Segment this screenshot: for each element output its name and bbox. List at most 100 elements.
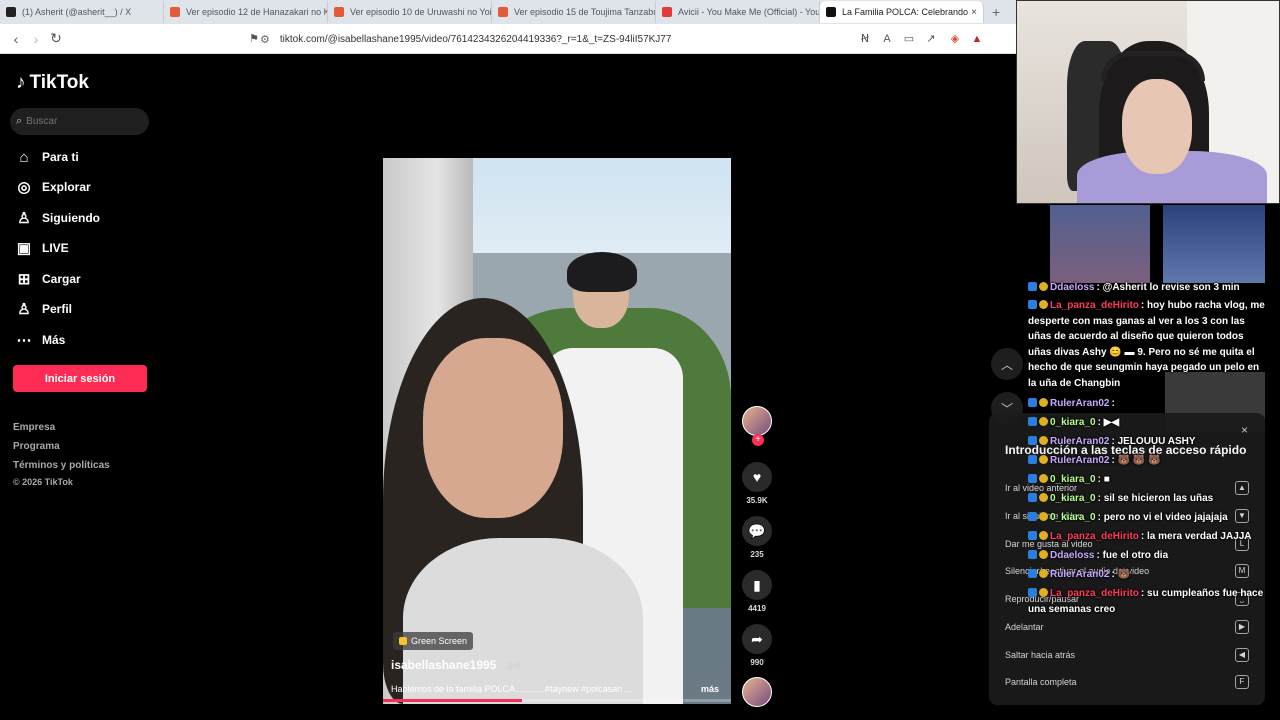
- screenshot-icon[interactable]: ▭: [902, 32, 916, 46]
- follow-plus-icon[interactable]: +: [752, 434, 764, 446]
- tab-label: Ver episodio 10 de Uruwashi no Yoi: [350, 7, 492, 17]
- badge-icon: [1028, 550, 1037, 559]
- chat-message: 0_kiara_0: pero no vi el video jajajaja: [1028, 510, 1268, 526]
- nav-label: Para ti: [42, 150, 79, 164]
- close-tab-icon[interactable]: ×: [971, 7, 977, 18]
- footer-link-empresa[interactable]: Empresa: [13, 422, 55, 433]
- chat-username[interactable]: 0_kiara_0: [1050, 493, 1096, 504]
- nav-icon: ♙: [17, 301, 31, 318]
- badge-icon: [1039, 436, 1048, 445]
- browser-tab[interactable]: Ver episodio 10 de Uruwashi no Yoi: [328, 1, 492, 23]
- chat-username[interactable]: La_panza_deHirito: [1050, 531, 1139, 542]
- nav-item-live[interactable]: ▣ LIVE: [14, 237, 154, 259]
- reload-icon[interactable]: ↻: [46, 30, 66, 47]
- badge-icon: [1028, 588, 1037, 597]
- footer-link-terms[interactable]: Términos y políticas: [13, 460, 110, 471]
- search-box[interactable]: ⌕: [10, 108, 149, 135]
- video-player[interactable]: Green Screen isabellashane1995 · 3-6 Habl…: [383, 158, 731, 704]
- tiktok-logo[interactable]: ♪ TikTok: [16, 72, 89, 94]
- shortcut-label: Pantalla completa: [1005, 677, 1077, 687]
- browser-tab[interactable]: Ver episodio 12 de Hanazakari no Kimi: [164, 1, 328, 23]
- nav-label: Cargar: [42, 272, 81, 286]
- nav-item-cargar[interactable]: ⊞ Cargar: [14, 268, 154, 290]
- badge-icon: [1039, 512, 1048, 521]
- badge-icon: [1039, 300, 1048, 309]
- chat-username[interactable]: RulerAran02: [1050, 436, 1109, 447]
- share-button[interactable]: ➦ 990: [742, 624, 772, 667]
- nav-item-explorar[interactable]: ◎ Explorar: [14, 176, 154, 198]
- green-screen-icon: [399, 637, 407, 645]
- badge-icon: [1028, 493, 1037, 502]
- chat-username[interactable]: 0_kiara_0: [1050, 512, 1096, 523]
- comment-icon: 💬: [742, 516, 772, 546]
- like-button[interactable]: ♥ 35.9K: [742, 462, 772, 505]
- login-button[interactable]: Iniciar sesión: [13, 365, 147, 392]
- nav-item-perfil[interactable]: ♙ Perfil: [14, 298, 154, 320]
- chat-username[interactable]: RulerAran02: [1050, 398, 1109, 409]
- chat-message: RulerAran02: JELOUUU ASHY: [1028, 434, 1268, 450]
- tab-favicon-icon: [6, 7, 16, 17]
- save-button[interactable]: ▮ 4419: [742, 570, 772, 613]
- chat-username[interactable]: RulerAran02: [1050, 569, 1109, 580]
- footer-link-programa[interactable]: Programa: [13, 441, 60, 452]
- badge-icon: [1028, 398, 1037, 407]
- brave-rewards-icon[interactable]: ▲: [970, 32, 984, 46]
- shortcut-label: Saltar hacia atrás: [1005, 650, 1076, 660]
- heart-icon: ♥: [742, 462, 772, 492]
- reader-mode-icon[interactable]: Ꞥ: [858, 32, 872, 46]
- address-bar-row: ‹ › ↻ ⚑ ⚙ tiktok.com/@isabellashane1995/…: [0, 24, 1016, 54]
- video-progress-bar[interactable]: [383, 699, 731, 702]
- chat-username[interactable]: 0_kiara_0: [1050, 417, 1096, 428]
- shortcut-row: Pantalla completa: [1005, 677, 1255, 687]
- shortcut-label: Adelantar: [1005, 622, 1044, 632]
- nav-item-para-ti[interactable]: ⌂ Para ti: [14, 146, 154, 168]
- shortcut-key: F: [1235, 675, 1249, 689]
- nav-label: Siguiendo: [42, 211, 100, 225]
- chat-username[interactable]: La_panza_deHirito: [1050, 588, 1139, 599]
- tab-favicon-icon: [334, 7, 344, 17]
- chat-message: Ddaeloss: @Asherit lo revise son 3 min: [1028, 280, 1268, 296]
- badge-icon: [1039, 282, 1048, 291]
- badge-icon: [1028, 436, 1037, 445]
- back-icon[interactable]: ‹: [6, 31, 26, 47]
- chat-message: La_panza_deHirito: la mera verdad JAJJA: [1028, 529, 1268, 545]
- search-input[interactable]: [26, 116, 137, 127]
- video-author[interactable]: isabellashane1995 · 3-6: [391, 658, 521, 672]
- chat-username[interactable]: La_panza_deHirito: [1050, 300, 1139, 311]
- chat-username[interactable]: RulerAran02: [1050, 455, 1109, 466]
- chat-text: : ■: [1097, 474, 1110, 485]
- translate-icon[interactable]: A: [880, 32, 894, 46]
- browser-tab[interactable]: Avicii - You Make Me (Official) - YouTub…: [656, 1, 820, 23]
- tab-label: Ver episodio 12 de Hanazakari no Kimi: [186, 7, 328, 17]
- badge-icon: [1039, 531, 1048, 540]
- chat-text: :: [1111, 398, 1115, 409]
- browser-tab[interactable]: (1) Asherit (@asherit__) / X: [0, 1, 164, 23]
- nav-item-siguiendo[interactable]: ♙ Siguiendo: [14, 207, 154, 229]
- effect-badge[interactable]: Green Screen: [393, 632, 474, 650]
- brave-shield-icon[interactable]: ◈: [948, 32, 962, 46]
- prev-video-button[interactable]: ︿: [991, 348, 1023, 380]
- shortcut-key: ▶: [1235, 620, 1249, 634]
- chat-username[interactable]: Ddaeloss: [1050, 550, 1094, 561]
- tab-favicon-icon: [826, 7, 836, 17]
- badge-icon: [1039, 588, 1048, 597]
- author-avatar[interactable]: [742, 406, 772, 436]
- comment-button[interactable]: 💬 235: [742, 516, 772, 559]
- chat-message: 0_kiara_0: ■: [1028, 472, 1268, 488]
- chat-text: : hoy hubo racha vlog, me desperte con m…: [1028, 300, 1265, 389]
- share-icon[interactable]: ↗: [924, 32, 938, 46]
- chat-message: La_panza_deHirito: su cumpleaños fue hac…: [1028, 586, 1268, 617]
- site-info-icon[interactable]: ⚙: [260, 33, 270, 46]
- chat-username[interactable]: 0_kiara_0: [1050, 474, 1096, 485]
- caption-more-link[interactable]: más: [701, 684, 719, 694]
- browser-tab[interactable]: La Familia POLCA: Celebrando ×: [820, 1, 984, 23]
- sound-avatar[interactable]: [742, 677, 772, 707]
- chat-username[interactable]: Ddaeloss: [1050, 282, 1094, 293]
- browser-tab[interactable]: Ver episodio 15 de Toujima Tanzaburou: [492, 1, 656, 23]
- forward-icon[interactable]: ›: [26, 31, 46, 47]
- url-field[interactable]: ⚙ tiktok.com/@isabellashane1995/video/76…: [260, 30, 780, 48]
- new-tab-button[interactable]: +: [984, 4, 1008, 20]
- nav-item-más[interactable]: ⋯ Más: [14, 329, 154, 351]
- tab-favicon-icon: [662, 7, 672, 17]
- stream-thumbnail: [1163, 205, 1265, 283]
